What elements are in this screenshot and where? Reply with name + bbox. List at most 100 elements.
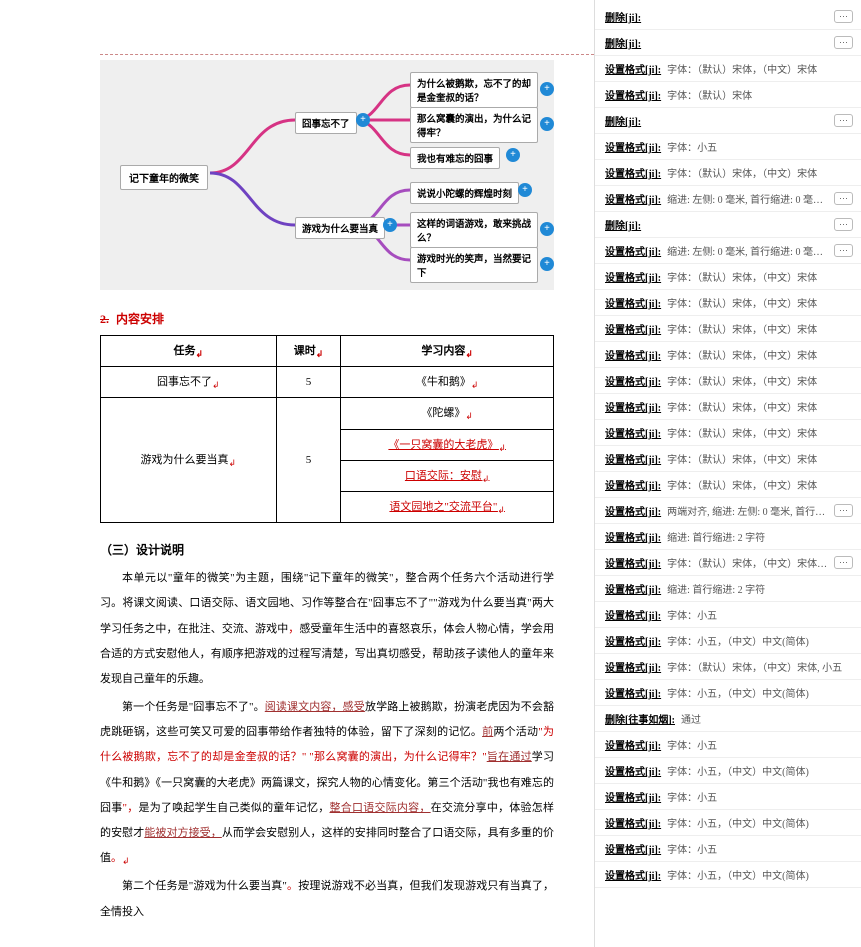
comment-text: 两端对齐, 缩进: 左侧: 0 毫米, 首行缩进 xyxy=(667,503,828,518)
comment-text: 字体：小五，（中文）中文(简体) xyxy=(667,763,853,778)
design-para-1: 本单元以"童年的微笑"为主题，围绕"记下童年的微笑"，整合两个任务六个活动进行学… xyxy=(100,566,554,692)
revision-comment[interactable]: 设置格式[ji]: 字体：小五 xyxy=(595,134,861,160)
revision-comment[interactable]: 设置格式[ji]:字体：（默认）宋体，（中文）宋体 xyxy=(595,316,861,342)
revision-comment[interactable]: 设置格式[ji]:字体：（默认）宋体，（中文）宋体 xyxy=(595,264,861,290)
cell-content2d: 语文园地之"交流平台"↲ xyxy=(341,491,554,522)
comment-label: 删除[ji]: xyxy=(605,217,641,232)
comment-text: 字体：（默认）宋体，（中文）宋体 xyxy=(667,61,853,76)
expand-icon[interactable]: + xyxy=(506,148,520,162)
more-icon[interactable]: ⋯ xyxy=(834,556,853,569)
revision-comment[interactable]: 设置格式[ji]: 字体：（默认）宋体，（中文）宋体, 小五 xyxy=(595,654,861,680)
revision-comment[interactable]: 删除[ji]:⋯ xyxy=(595,30,861,56)
expand-icon[interactable]: + xyxy=(540,117,554,131)
more-icon[interactable]: ⋯ xyxy=(834,218,853,231)
revision-comment[interactable]: 设置格式[ji]:字体：（默认）宋体，（中文）宋体 xyxy=(595,342,861,368)
revision-comment[interactable]: 设置格式[ji]: 字体：小五，（中文）中文(简体) xyxy=(595,628,861,654)
comment-text: 字体：（默认）宋体，（中文）宋体 xyxy=(667,425,853,440)
more-icon[interactable]: ⋯ xyxy=(834,10,853,23)
revision-comment[interactable]: 设置格式[ji]:字体：小五 xyxy=(595,602,861,628)
expand-icon[interactable]: + xyxy=(356,113,370,127)
revision-comment[interactable]: 设置格式[ji]: 缩进: 左侧: 0 毫米, 首行缩进: 0 毫米, 制 ⋯ xyxy=(595,186,861,212)
revision-comment[interactable]: 设置格式[ji]: 字体：（默认）宋体，（中文）宋体 xyxy=(595,394,861,420)
expand-icon[interactable]: + xyxy=(383,218,397,232)
revision-comment[interactable]: 设置格式[ji]:字体：小五 xyxy=(595,836,861,862)
comment-text: 字体：小五，（中文）中文(简体) xyxy=(667,867,853,882)
revision-comment[interactable]: 设置格式[ji]:字体：小五，（中文）中文(简体) xyxy=(595,758,861,784)
revision-comment[interactable]: 设置格式[ji]:字体：小五，（中文）中文(简体) xyxy=(595,680,861,706)
revision-comment[interactable]: 设置格式[ji]:字体：（默认）宋体，（中文）宋体 xyxy=(595,446,861,472)
comment-text: 字体：（默认）宋体，（中文）宋体, 小五 xyxy=(667,659,853,674)
comment-text: 字体：小五 xyxy=(667,139,853,154)
revision-comment[interactable]: 设置格式[ji]: 缩进: 首行缩进: 2 字符 xyxy=(595,576,861,602)
revision-comment[interactable]: 设置格式[ji]:字体：小五，（中文）中文(简体) xyxy=(595,810,861,836)
comment-text: 字体：（默认）宋体，（中文）宋体 xyxy=(667,321,853,336)
comment-label: 设置格式[ji]: xyxy=(605,87,661,102)
comment-label: 设置格式[ji]: xyxy=(605,633,661,648)
comment-label: 设置格式[ji]: xyxy=(605,139,661,154)
revision-comment[interactable]: 设置格式[ji]:字体：（默认）宋体 xyxy=(595,82,861,108)
revision-comment[interactable]: 删除[往事如烟]: 通过 xyxy=(595,706,861,732)
revision-comment[interactable]: 删除[ji]:⋯ xyxy=(595,4,861,30)
revision-comment[interactable]: 设置格式[ji]:字体：（默认）宋体，（中文）宋体, 小五⋯ xyxy=(595,550,861,576)
mindmap-leaf: 说说小陀螺的辉煌时刻 xyxy=(410,182,519,204)
comment-label: 设置格式[ji]: xyxy=(605,61,661,76)
revision-comment[interactable]: 设置格式[ji]:字体：小五 xyxy=(595,732,861,758)
comment-label: 设置格式[ji]: xyxy=(605,607,661,622)
comment-text: 字体：（默认）宋体，（中文）宋体 xyxy=(667,347,853,362)
revision-comment[interactable]: 设置格式[ji]:字体：（默认）宋体，（中文）宋体 xyxy=(595,472,861,498)
expand-icon[interactable]: + xyxy=(540,257,554,271)
more-icon[interactable]: ⋯ xyxy=(834,504,853,517)
comment-label: 设置格式[ji]: xyxy=(605,737,661,752)
comment-label: 设置格式[ji]: xyxy=(605,399,661,414)
comment-text: 缩进: 左侧: 0 毫米, 首行缩进: 0 毫米, 制 xyxy=(667,191,828,206)
comment-label: 设置格式[ji]: xyxy=(605,659,661,674)
comment-label: 删除[往事如烟]: xyxy=(605,711,675,726)
more-icon[interactable]: ⋯ xyxy=(834,114,853,127)
content-table: 任务↲ 课时↲ 学习内容↲ 囧事忘不了↲ 5 《牛和鹅》↲ 游戏为什么要当真↲ … xyxy=(100,335,554,523)
comment-label: 设置格式[ji]: xyxy=(605,529,661,544)
revision-comment[interactable]: 设置格式[ji]:字体：（默认）宋体，（中文）宋体 xyxy=(595,160,861,186)
cell-content2c: 口语交际：安慰↲ xyxy=(341,460,554,491)
comment-label: 设置格式[ji]: xyxy=(605,581,661,596)
more-icon[interactable]: ⋯ xyxy=(834,244,853,257)
cell-task2: 游戏为什么要当真↲ xyxy=(101,398,277,523)
comment-label: 删除[ji]: xyxy=(605,113,641,128)
mindmap-leaf: 为什么被鹅欺，忘不了的却 是金奎叔的话？ xyxy=(410,72,538,108)
more-icon[interactable]: ⋯ xyxy=(834,36,853,49)
comment-text: 字体：（默认）宋体，（中文）宋体 xyxy=(667,399,853,414)
revision-comment[interactable]: 设置格式[ji]:字体：小五，（中文）中文(简体) xyxy=(595,862,861,888)
revision-comment[interactable]: 删除[ji]: ⋯ xyxy=(595,108,861,134)
revision-comment[interactable]: 设置格式[ji]:缩进: 首行缩进: 2 字符 xyxy=(595,524,861,550)
revision-comment[interactable]: 设置格式[ji]: 字体：（默认）宋体，（中文）宋体 xyxy=(595,56,861,82)
revision-comment[interactable]: 设置格式[ji]:字体：（默认）宋体，（中文）宋体 xyxy=(595,290,861,316)
cell-hours2: 5 xyxy=(276,398,341,523)
expand-icon[interactable]: + xyxy=(540,222,554,236)
comment-text: 通过 xyxy=(681,711,853,726)
mindmap-branch-2: 游戏为什么要当真 xyxy=(295,217,385,239)
comment-text: 字体：小五 xyxy=(667,789,853,804)
mindmap-root: 记下童年的微笑 xyxy=(120,165,208,190)
comment-text: 缩进: 左侧: 0 毫米, 首行缩进: 0 毫米, 制 xyxy=(667,243,828,258)
revision-comment[interactable]: 设置格式[ji]: 字体：（默认）宋体，（中文）宋体 xyxy=(595,420,861,446)
revision-comment[interactable]: 设置格式[ji]:字体：小五 xyxy=(595,784,861,810)
revision-comment[interactable]: 删除[ji]: ⋯ xyxy=(595,212,861,238)
comment-text: 缩进: 首行缩进: 2 字符 xyxy=(667,581,853,596)
revision-line xyxy=(100,54,594,55)
revision-comment[interactable]: 设置格式[ji]: 缩进: 左侧: 0 毫米, 首行缩进: 0 毫米, 制 ⋯ xyxy=(595,238,861,264)
more-icon[interactable]: ⋯ xyxy=(834,192,853,205)
design-para-3: 第二个任务是"游戏为什么要当真"。按理说游戏不必当真，但我们发现游戏只有当真了，… xyxy=(100,874,554,925)
comment-label: 设置格式[ji]: xyxy=(605,425,661,440)
comment-label: 设置格式[ji]: xyxy=(605,295,661,310)
comment-label: 设置格式[ji]: xyxy=(605,815,661,830)
cell-content2b: 《一只窝囊的大老虎》↲ xyxy=(341,429,554,460)
comment-label: 设置格式[ji]: xyxy=(605,451,661,466)
comment-text: 字体：（默认）宋体，（中文）宋体 xyxy=(667,373,853,388)
expand-icon[interactable]: + xyxy=(540,82,554,96)
comment-label: 设置格式[ji]: xyxy=(605,191,661,206)
comment-text: 字体：小五，（中文）中文(简体) xyxy=(667,633,853,648)
revision-comment[interactable]: 设置格式[ji]:两端对齐, 缩进: 左侧: 0 毫米, 首行缩进⋯ xyxy=(595,498,861,524)
revision-comment[interactable]: 设置格式[ji]:字体：（默认）宋体，（中文）宋体 xyxy=(595,368,861,394)
expand-icon[interactable]: + xyxy=(518,183,532,197)
section-heading: 2. 内容安排 xyxy=(100,310,554,327)
comment-label: 设置格式[ji]: xyxy=(605,243,661,258)
